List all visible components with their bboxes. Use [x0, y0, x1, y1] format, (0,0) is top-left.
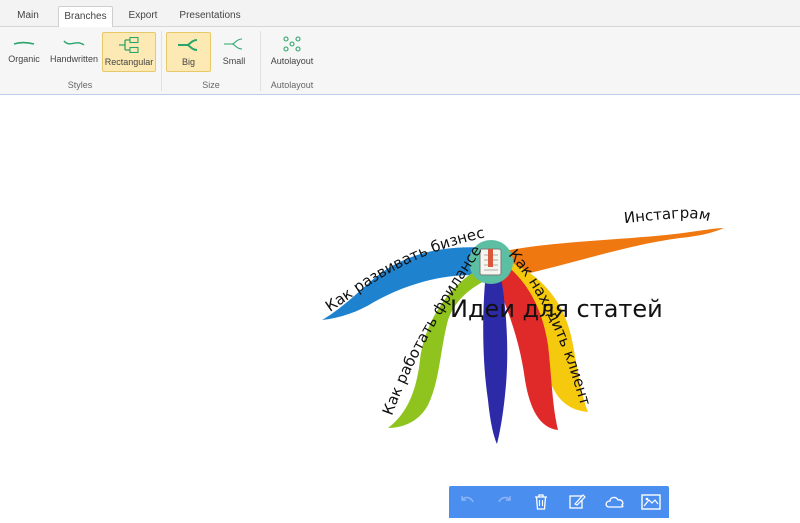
tab-presentations[interactable]: Presentations — [174, 6, 246, 28]
image-icon — [641, 494, 661, 510]
styles-group-label: Styles — [67, 80, 93, 90]
autolayout-button[interactable]: Autolayout — [266, 32, 318, 72]
big-branch-icon — [177, 39, 197, 51]
tab-branches[interactable]: Branches — [58, 6, 113, 28]
ribbon-toolbar: Organic Handwritten Rectangular Styles B… — [0, 27, 800, 95]
redo-icon — [498, 496, 511, 503]
delete-button[interactable] — [529, 490, 553, 514]
autolayout-label: Autolayout — [270, 56, 314, 66]
handwritten-style-button[interactable]: Handwritten — [47, 32, 101, 72]
group-divider — [260, 31, 261, 91]
mindmap-canvas[interactable]: Инстаграм Как развивать бизнес Как работ… — [0, 0, 800, 518]
small-size-button[interactable]: Small — [214, 32, 254, 72]
redo-button[interactable] — [493, 490, 517, 514]
branch-label-instagram[interactable]: Инстаграм — [623, 204, 712, 227]
image-export-button[interactable] — [639, 490, 663, 514]
rectangular-style-label: Rectangular — [104, 57, 154, 67]
small-size-label: Small — [222, 56, 246, 66]
handwritten-style-label: Handwritten — [49, 54, 99, 64]
edit-icon — [569, 494, 586, 509]
trash-icon — [535, 494, 547, 510]
big-size-button[interactable]: Big — [166, 32, 211, 72]
autolayout-icon — [283, 36, 301, 52]
cloud-button[interactable] — [603, 490, 627, 514]
organic-style-button[interactable]: Organic — [4, 32, 44, 72]
rectangular-style-button[interactable]: Rectangular — [102, 32, 156, 72]
organic-branch-icon — [13, 41, 35, 45]
small-branch-icon — [224, 38, 243, 50]
tab-export[interactable]: Export — [122, 6, 164, 28]
organic-style-label: Organic — [8, 54, 40, 64]
tab-main[interactable]: Main — [6, 6, 50, 28]
cloud-icon — [605, 496, 624, 508]
undo-icon — [461, 496, 474, 503]
autolayout-group-label: Autolayout — [270, 80, 314, 90]
size-group-label: Size — [202, 80, 220, 90]
central-topic-label[interactable]: Идеи для статей — [450, 295, 663, 323]
mindmap-drawing: Инстаграм Как развивать бизнес Как работ… — [0, 0, 724, 444]
undo-button[interactable] — [455, 490, 479, 514]
edit-button[interactable] — [565, 490, 589, 514]
bottom-toolbar — [449, 486, 669, 518]
handwritten-branch-icon — [63, 40, 85, 46]
ribbon-tab-bar: Main Branches Export Presentations — [0, 0, 800, 28]
big-size-label: Big — [181, 57, 195, 67]
rectangular-branch-icon — [119, 37, 139, 53]
